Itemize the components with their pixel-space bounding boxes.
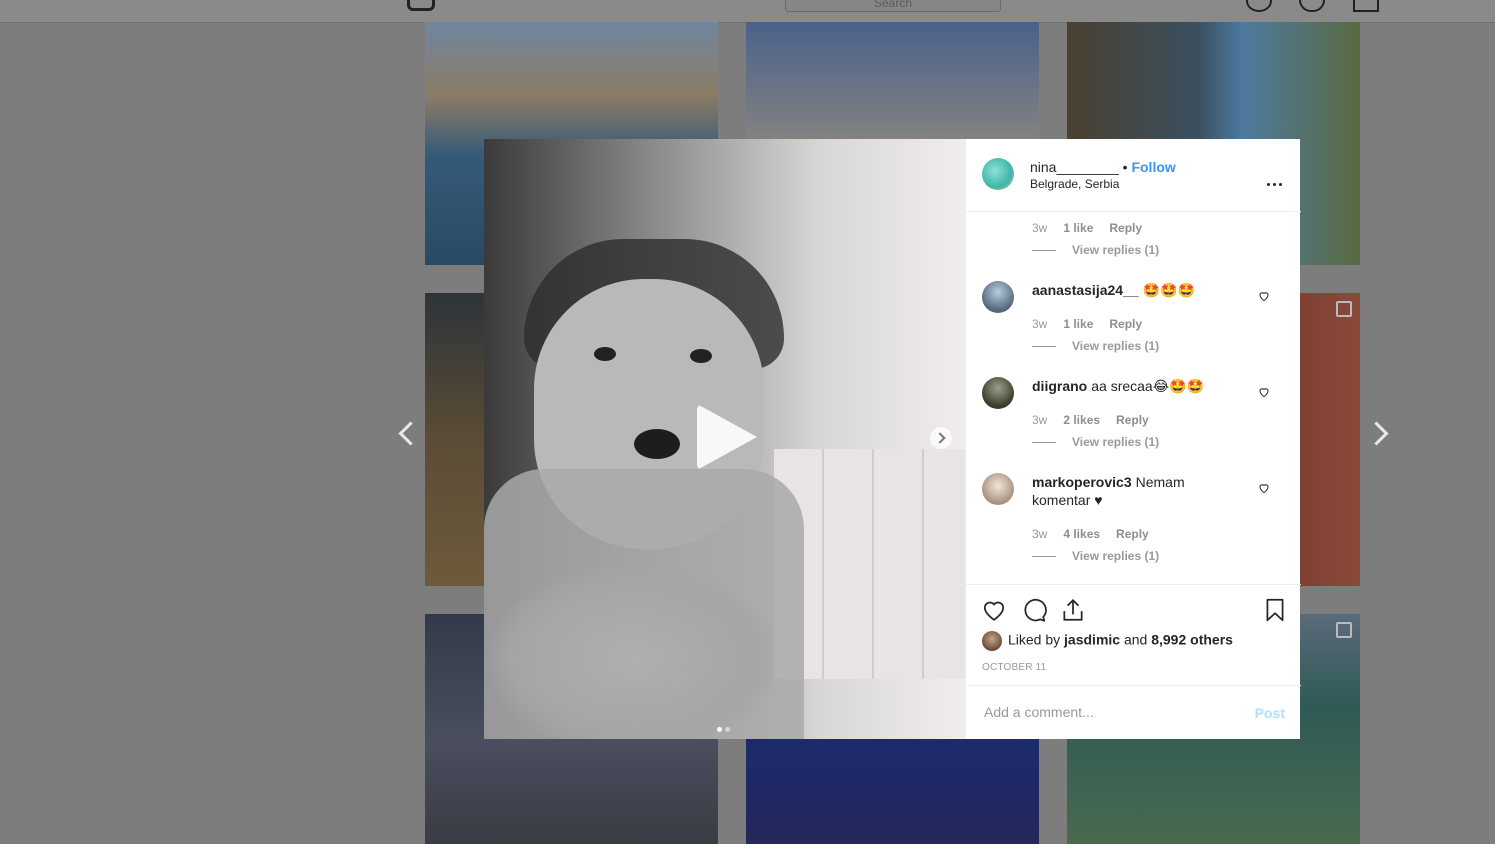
comment-time[interactable]: 3w: [1032, 413, 1047, 427]
video-frame-eye: [690, 349, 712, 363]
reply-button[interactable]: Reply: [1116, 527, 1149, 541]
profile-icon[interactable]: [1353, 0, 1379, 12]
comment-text: diigrano aa srecaa😂🤩🤩: [1032, 377, 1242, 395]
comment-bubble-icon[interactable]: [1021, 597, 1047, 623]
like-heart-icon[interactable]: [981, 597, 1007, 623]
comment-likes[interactable]: 1 like: [1063, 317, 1093, 331]
liked-by-prefix: Liked by: [1008, 631, 1061, 648]
post-comment-button[interactable]: Post: [1255, 705, 1285, 721]
comment-text: markoperovic3 Nemam komentar ♥: [1032, 473, 1242, 509]
video-frame-eye: [594, 347, 616, 361]
video-frame-mouth: [634, 429, 680, 459]
comment-meta: 3w 2 likes Reply: [1032, 413, 1165, 427]
view-replies-button[interactable]: View replies (1): [1032, 435, 1159, 449]
more-options-icon[interactable]: [1267, 173, 1285, 186]
comment-like-heart-icon[interactable]: [1258, 386, 1270, 398]
slide-dot-active: [717, 727, 722, 732]
search-input[interactable]: Search: [785, 0, 1001, 12]
multiple-photos-icon: [1336, 622, 1352, 638]
reply-button[interactable]: Reply: [1116, 413, 1149, 427]
comment-username[interactable]: diigrano: [1032, 378, 1087, 394]
comment-meta: 3w 1 like Reply: [1032, 221, 1158, 235]
comment-time[interactable]: 3w: [1032, 221, 1047, 235]
liker-avatar[interactable]: [982, 631, 1002, 651]
next-slide-chevron-icon[interactable]: [930, 427, 952, 449]
view-replies-line: [1032, 556, 1056, 558]
commenter-avatar[interactable]: [982, 377, 1014, 409]
liker-username[interactable]: jasdimic: [1064, 632, 1120, 648]
view-replies-line: [1032, 250, 1056, 252]
author-username[interactable]: nina________: [1030, 159, 1119, 175]
comment-text: aanastasija24__ 🤩🤩🤩: [1032, 281, 1242, 299]
comment-body: aa srecaa😂🤩🤩: [1091, 378, 1204, 394]
add-comment-bar: Post: [966, 685, 1301, 741]
post-date[interactable]: OCTOBER 11: [982, 662, 1046, 673]
view-replies-button[interactable]: View replies (1): [1032, 549, 1159, 563]
previous-post-arrow-icon[interactable]: [398, 421, 423, 446]
view-replies-button[interactable]: View replies (1): [1032, 243, 1159, 257]
explore-icon[interactable]: [1246, 0, 1272, 12]
post-location[interactable]: Belgrade, Serbia: [1030, 177, 1119, 191]
liked-by-conj: and: [1123, 631, 1148, 648]
comment-likes[interactable]: 1 like: [1063, 221, 1093, 235]
view-replies-label: View replies (1): [1072, 339, 1160, 353]
multiple-photos-icon: [1336, 301, 1352, 317]
comment-username[interactable]: markoperovic3: [1032, 474, 1132, 490]
separator-dot: •: [1122, 159, 1128, 175]
save-bookmark-icon[interactable]: [1262, 597, 1288, 623]
likes-others-link[interactable]: 8,992 others: [1151, 632, 1233, 648]
activity-heart-icon[interactable]: [1299, 0, 1325, 12]
play-icon[interactable]: [697, 404, 757, 470]
add-comment-input[interactable]: [982, 703, 1236, 721]
view-replies-line: [1032, 442, 1056, 444]
view-replies-label: View replies (1): [1072, 435, 1160, 449]
comment-meta: 3w 1 like Reply: [1032, 317, 1158, 331]
follow-button[interactable]: Follow: [1131, 159, 1175, 175]
slide-dot: [725, 727, 730, 732]
commenter-avatar[interactable]: [982, 281, 1014, 313]
slide-indicator: [717, 719, 733, 737]
author-line: nina________ • Follow: [1030, 159, 1176, 175]
reply-button[interactable]: Reply: [1109, 317, 1142, 331]
author-avatar[interactable]: [982, 158, 1014, 190]
comment-like-heart-icon[interactable]: [1258, 482, 1270, 494]
reply-button[interactable]: Reply: [1109, 221, 1142, 235]
view-replies-button[interactable]: View replies (1): [1032, 339, 1159, 353]
share-icon[interactable]: [1060, 597, 1086, 623]
comment-body: 🤩🤩🤩: [1142, 282, 1195, 298]
comment-like-heart-icon[interactable]: [1258, 290, 1270, 302]
search-placeholder: Search: [873, 0, 913, 10]
comment-time[interactable]: 3w: [1032, 527, 1047, 541]
post-video[interactable]: [484, 139, 965, 739]
post-sidebar: nina________ • Follow Belgrade, Serbia 3…: [965, 139, 1301, 739]
comment-likes[interactable]: 2 likes: [1063, 413, 1100, 427]
post-actions: Liked by jasdimic and 8,992 others OCTOB…: [966, 584, 1301, 740]
top-navbar: Search: [0, 0, 1495, 23]
post-header: nina________ • Follow Belgrade, Serbia: [966, 139, 1301, 212]
commenter-avatar[interactable]: [982, 473, 1014, 505]
view-replies-label: View replies (1): [1072, 243, 1160, 257]
video-frame-towel: [484, 469, 804, 739]
instagram-logo-icon[interactable]: [407, 0, 435, 11]
post-modal: nina________ • Follow Belgrade, Serbia 3…: [484, 139, 1301, 739]
comment-time[interactable]: 3w: [1032, 317, 1047, 331]
liked-by: Liked by jasdimic and 8,992 others: [982, 631, 1233, 651]
comment-username[interactable]: aanastasija24__: [1032, 282, 1139, 298]
view-replies-line: [1032, 346, 1056, 348]
view-replies-label: View replies (1): [1072, 549, 1160, 563]
next-post-arrow-icon[interactable]: [1364, 421, 1389, 446]
comment-likes[interactable]: 4 likes: [1063, 527, 1100, 541]
comment-meta: 3w 4 likes Reply: [1032, 527, 1165, 541]
